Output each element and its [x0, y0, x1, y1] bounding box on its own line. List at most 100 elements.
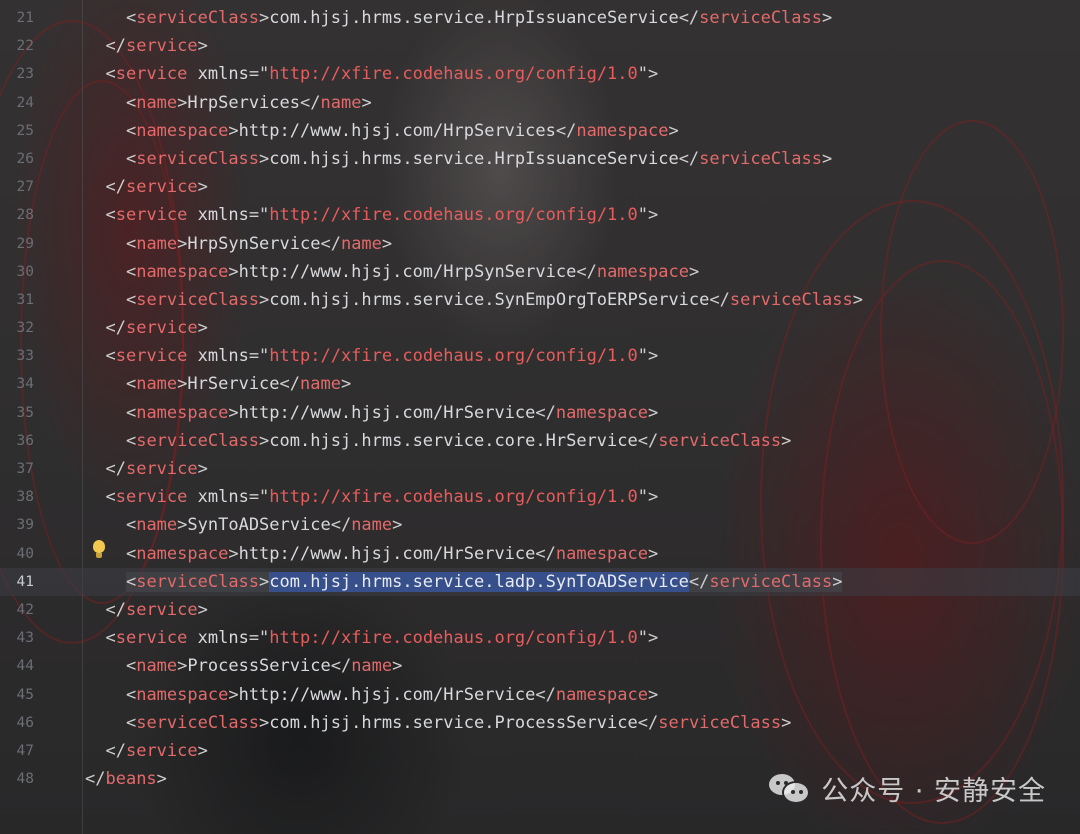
code-line[interactable]: 22 </service> [0, 32, 1080, 60]
line-content: </service> [85, 737, 207, 765]
angle-bracket: > [177, 656, 188, 677]
code-line[interactable]: 24 <name>HrpServices</name> [0, 89, 1080, 117]
code-line[interactable]: 38 <service xmlns="http://xfire.codehaus… [0, 483, 1080, 511]
attr-quote: "> [637, 205, 659, 226]
angle-bracket: </ [85, 769, 106, 790]
code-line[interactable]: 23 <service xmlns="http://xfire.codehaus… [0, 60, 1080, 88]
line-number: 23 [16, 66, 34, 83]
angle-bracket: </ [688, 571, 710, 592]
angle-bracket: < [105, 487, 116, 508]
line-number: 42 [16, 601, 34, 618]
code-line[interactable]: 21 <serviceClass>com.hjsj.hrms.service.H… [0, 4, 1080, 32]
angle-bracket: < [125, 233, 137, 254]
line-number: 38 [16, 489, 34, 506]
angle-bracket: > [361, 92, 372, 113]
lightbulb-icon[interactable] [92, 540, 106, 562]
code-line[interactable]: 43 <service xmlns="http://xfire.codehaus… [0, 624, 1080, 652]
code-editor[interactable]: 21 <serviceClass>com.hjsj.hrms.service.H… [0, 4, 1080, 793]
angle-bracket: > [197, 177, 208, 198]
code-line[interactable]: 46 <serviceClass>com.hjsj.hrms.service.P… [0, 709, 1080, 737]
code-line[interactable]: 47 </service> [0, 737, 1080, 765]
xml-attribute-value: http://xfire.codehaus.org/config/1.0 [269, 64, 638, 85]
xml-attribute-value: http://xfire.codehaus.org/config/1.0 [269, 487, 638, 508]
code-line[interactable]: 41 <serviceClass>com.hjsj.hrms.service.l… [0, 568, 1080, 596]
line-number: 35 [16, 404, 34, 421]
code-line[interactable]: 30 <namespace>http://www.hjsj.com/HrpSyn… [0, 258, 1080, 286]
line-number: 24 [16, 94, 34, 111]
line-content: </service> [85, 173, 208, 201]
angle-bracket: </ [555, 120, 577, 141]
angle-bracket: < [125, 571, 137, 592]
angle-bracket: > [392, 656, 403, 677]
xml-tag: service [125, 740, 198, 761]
element-text: http://www.hjsj.com/HrService [238, 402, 536, 423]
angle-bracket: > [259, 8, 270, 28]
code-line[interactable]: 34 <name>HrService</name> [0, 370, 1080, 398]
line-number: 43 [16, 630, 34, 647]
xml-tag: serviceClass [136, 148, 260, 169]
angle-bracket: </ [105, 459, 126, 479]
code-line[interactable]: 39 <name>SynToADService</name> [0, 511, 1080, 539]
angle-bracket: > [781, 712, 792, 733]
xml-tag: service [125, 177, 198, 198]
angle-bracket: < [125, 92, 137, 113]
element-text: ProcessService [187, 656, 331, 677]
xml-tag: namespace [555, 684, 648, 705]
line-number: 28 [16, 207, 34, 224]
xml-attribute: xmlns [187, 628, 249, 649]
line-content: <namespace>http://www.hjsj.com/HrService… [85, 399, 658, 427]
xml-tag: serviceClass [136, 712, 260, 733]
angle-bracket: < [125, 515, 137, 536]
line-content: <service xmlns="http://xfire.codehaus.or… [85, 60, 658, 88]
code-line[interactable]: 40 <namespace>http://www.hjsj.com/HrServ… [0, 540, 1080, 568]
angle-bracket: < [105, 628, 116, 649]
code-line[interactable]: 27 </service> [0, 173, 1080, 201]
line-content: <namespace>http://www.hjsj.com/HrService… [85, 540, 658, 568]
xml-tag: namespace [136, 120, 229, 141]
angle-bracket: </ [535, 402, 556, 423]
element-text: com.hjsj.hrms.service.HrpIssuanceService [269, 148, 679, 169]
selected-line-box: <serviceClass>com.hjsj.hrms.service.ladp… [125, 571, 843, 592]
code-line[interactable]: 35 <namespace>http://www.hjsj.com/HrServ… [0, 399, 1080, 427]
xml-tag: service [125, 599, 198, 620]
xml-tag: name [320, 92, 362, 113]
xml-attribute: xmlns [187, 346, 249, 367]
angle-bracket: > [197, 599, 208, 620]
angle-bracket: < [125, 712, 137, 733]
angle-bracket: </ [105, 36, 126, 57]
xml-tag: namespace [555, 402, 648, 423]
angle-bracket: > [852, 289, 863, 310]
attr-quote: =" [248, 628, 270, 649]
code-line[interactable]: 33 <service xmlns="http://xfire.codehaus… [0, 342, 1080, 370]
xml-attribute-value: http://xfire.codehaus.org/config/1.0 [269, 205, 638, 226]
angle-bracket: > [259, 712, 270, 733]
attr-quote: =" [248, 487, 270, 508]
angle-bracket: > [259, 430, 270, 451]
angle-bracket: </ [105, 740, 126, 761]
code-line[interactable]: 36 <serviceClass>com.hjsj.hrms.service.c… [0, 427, 1080, 455]
xml-tag: service [125, 36, 198, 57]
xml-tag: namespace [555, 543, 648, 564]
line-number: 30 [16, 263, 34, 280]
code-line[interactable]: 45 <namespace>http://www.hjsj.com/HrServ… [0, 681, 1080, 709]
code-line[interactable]: 37 </service> [0, 455, 1080, 483]
angle-bracket: > [648, 684, 659, 705]
angle-bracket: < [105, 205, 116, 226]
line-content: <name>HrpSynService</name> [85, 230, 392, 258]
code-line[interactable]: 44 <name>ProcessService</name> [0, 652, 1080, 680]
xml-tag: service [115, 64, 188, 85]
line-number: 33 [16, 348, 34, 365]
code-line[interactable]: 26 <serviceClass>com.hjsj.hrms.service.H… [0, 145, 1080, 173]
xml-tag: namespace [596, 261, 689, 282]
xml-tag: serviceClass [136, 8, 260, 28]
code-line[interactable]: 42 </service> [0, 596, 1080, 624]
code-line[interactable]: 29 <name>HrpSynService</name> [0, 230, 1080, 258]
code-line[interactable]: 28 <service xmlns="http://xfire.codehaus… [0, 201, 1080, 229]
code-line[interactable]: 25 <namespace>http://www.hjsj.com/HrpSer… [0, 117, 1080, 145]
attr-quote: "> [637, 487, 659, 508]
angle-bracket: < [125, 684, 137, 705]
code-line[interactable]: 31 <serviceClass>com.hjsj.hrms.service.S… [0, 286, 1080, 314]
line-content: <namespace>http://www.hjsj.com/HrService… [85, 681, 658, 709]
code-line[interactable]: 32 </service> [0, 314, 1080, 342]
line-number: 44 [16, 658, 34, 675]
